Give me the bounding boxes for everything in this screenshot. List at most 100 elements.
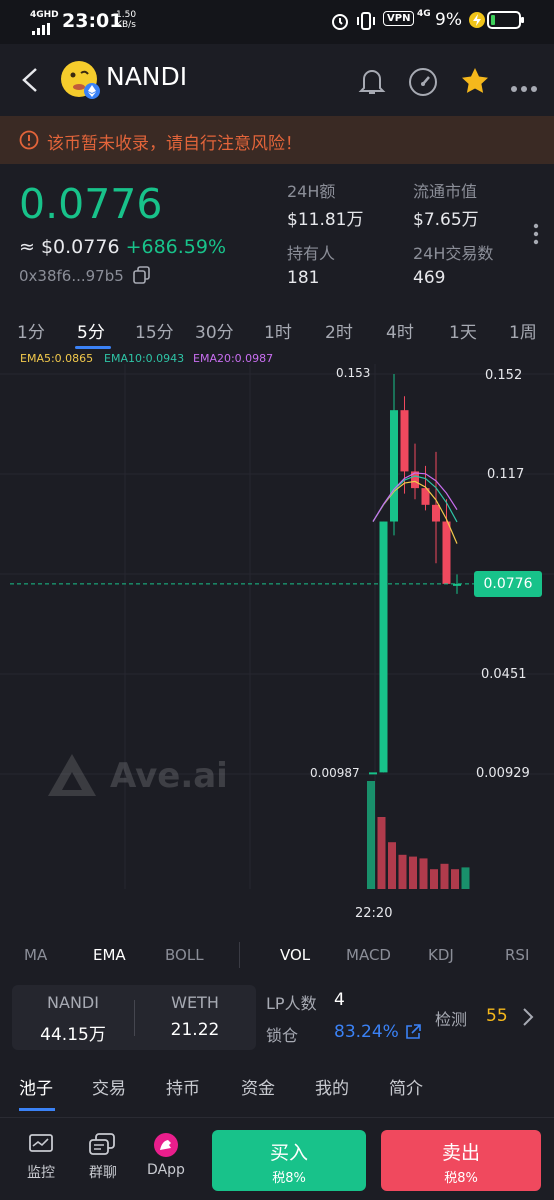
tab-timeframe-5m[interactable]: 5分 (77, 318, 105, 343)
risk-warning-banner: 该币暂未收录，请自行注意风险！ (0, 116, 554, 164)
y-axis-label-top: 0.152 (485, 368, 523, 383)
watermark-logo-icon (44, 752, 100, 806)
pool-token-b: WETH (171, 993, 219, 1012)
volume-bar (388, 842, 396, 889)
tab-timeframe-4h[interactable]: 4时 (386, 318, 414, 343)
tab-holders[interactable]: 持币 (166, 1074, 200, 1099)
buy-tax: 税8% (272, 1171, 306, 1186)
liquidity-pool-card: NANDI 44.15万 WETH 21.22 (12, 985, 256, 1050)
sell-button[interactable]: 卖出 税8% (381, 1130, 541, 1191)
volume-bar (409, 856, 417, 889)
back-icon[interactable] (18, 66, 42, 98)
net-speed: 1.50 KB/s (116, 10, 137, 30)
low-price-label: 0.00987 (310, 766, 360, 780)
detect-label[interactable]: 检测 (435, 1006, 467, 1030)
candle-body (400, 410, 409, 472)
alarm-icon (330, 11, 350, 35)
tab-funds[interactable]: 资金 (241, 1074, 275, 1099)
warning-text: 该币暂未收录，请自行注意风险！ (47, 134, 302, 154)
candle-body (379, 521, 388, 773)
tab-pool[interactable]: 池子 (19, 1074, 53, 1099)
battery-icon (487, 11, 525, 33)
indicator-divider (239, 942, 240, 968)
contract-address[interactable]: 0x38f6...97b5 (19, 267, 124, 285)
tab-timeframe-15m[interactable]: 15分 (135, 318, 174, 343)
usd-price: ≈ $0.0776 (19, 236, 120, 258)
lock-percent[interactable]: 83.24% (334, 1022, 399, 1042)
indicator-vol[interactable]: VOL (280, 946, 310, 964)
tab-timeframe-1h[interactable]: 1时 (264, 318, 292, 343)
lp-count-label: LP人数 (266, 994, 317, 1013)
external-link-icon[interactable] (404, 1023, 422, 1045)
volume-bar (398, 854, 407, 889)
vertical-more-icon[interactable] (532, 222, 540, 250)
status-bar: 4GHD 23:01 1.50 KB/s VPN 4G 9% (0, 0, 554, 44)
price-chart[interactable] (0, 364, 554, 924)
nav-monitor-label: 监控 (27, 1165, 55, 1181)
vibrate-icon (356, 11, 376, 35)
volume-bar (430, 869, 438, 889)
copy-icon[interactable] (133, 266, 151, 288)
indicator-boll[interactable]: BOLL (165, 946, 204, 964)
tab-timeframe-1d[interactable]: 1天 (449, 318, 477, 343)
stat-value-marketcap: $7.65万 (413, 210, 479, 230)
stat-label-volume: 24H额 (287, 182, 336, 201)
gauge-icon[interactable] (407, 66, 439, 102)
token-logo (60, 60, 102, 106)
nav-chat-label: 群聊 (89, 1165, 117, 1181)
battery-percent: 9% (435, 10, 462, 30)
current-price-tag: 0.0776 (474, 571, 542, 597)
tab-timeframe-2h[interactable]: 2时 (325, 318, 353, 343)
timeframe-active-indicator (75, 346, 111, 349)
nav-chat[interactable]: 群聊 (82, 1132, 124, 1182)
stat-value-holders: 181 (287, 268, 320, 288)
sell-label: 卖出 (441, 1142, 480, 1164)
indicator-rsi[interactable]: RSI (505, 946, 529, 964)
tab-timeframe-1w[interactable]: 1周 (509, 318, 537, 343)
tab-active-indicator (19, 1108, 55, 1111)
indicator-ma[interactable]: MA (24, 946, 47, 964)
candle-body (442, 521, 451, 584)
volume-bar (377, 817, 386, 889)
nav-dapp-label: DApp (147, 1162, 185, 1178)
usd-price-line: ≈ $0.0776 +686.59% (19, 236, 226, 258)
chat-icon (89, 1133, 115, 1155)
lock-label: 锁仓 (266, 1026, 299, 1045)
sell-tax: 税8% (444, 1171, 478, 1186)
nav-dapp[interactable]: DApp (143, 1132, 189, 1178)
current-price: 0.0776 (19, 180, 163, 228)
app-header: NANDI (0, 44, 554, 116)
tab-mine[interactable]: 我的 (315, 1074, 349, 1099)
charging-icon (468, 11, 486, 33)
tab-timeframe-1m[interactable]: 1分 (17, 318, 45, 343)
candle-body (432, 504, 440, 522)
bottom-action-bar: 监控 群聊 DApp 买入 税8% 卖出 税8% (0, 1117, 554, 1200)
high-price-label: 0.153 (336, 366, 371, 380)
indicator-ema[interactable]: EMA (93, 946, 126, 964)
volume-bar (461, 867, 470, 889)
nav-monitor[interactable]: 监控 (20, 1132, 62, 1182)
volume-bar (451, 869, 459, 889)
indicator-kdj[interactable]: KDJ (428, 946, 454, 964)
pool-token-a: NANDI (47, 993, 99, 1012)
clock: 23:01 (62, 10, 123, 32)
chevron-right-icon[interactable] (521, 1006, 535, 1032)
volume-bar (419, 858, 428, 889)
indicator-macd[interactable]: MACD (346, 946, 391, 964)
stat-label-tx-count: 24H交易数 (413, 244, 494, 263)
stat-value-tx-count: 469 (413, 268, 446, 288)
buy-button[interactable]: 买入 税8% (212, 1130, 366, 1191)
volume-bar (367, 781, 375, 889)
candle-body (369, 772, 377, 775)
more-icon[interactable] (510, 78, 538, 97)
y-axis-label-2: 0.117 (487, 467, 525, 482)
lp-count: 4 (334, 990, 345, 1010)
bell-icon[interactable] (357, 66, 387, 100)
tab-trades[interactable]: 交易 (92, 1074, 126, 1099)
detect-score[interactable]: 55 (486, 1006, 508, 1026)
stat-value-volume: $11.81万 (287, 210, 364, 230)
star-icon[interactable] (460, 66, 490, 100)
tab-timeframe-30m[interactable]: 30分 (195, 318, 234, 343)
tab-intro[interactable]: 简介 (389, 1074, 423, 1099)
stat-label-holders: 持有人 (287, 244, 336, 263)
